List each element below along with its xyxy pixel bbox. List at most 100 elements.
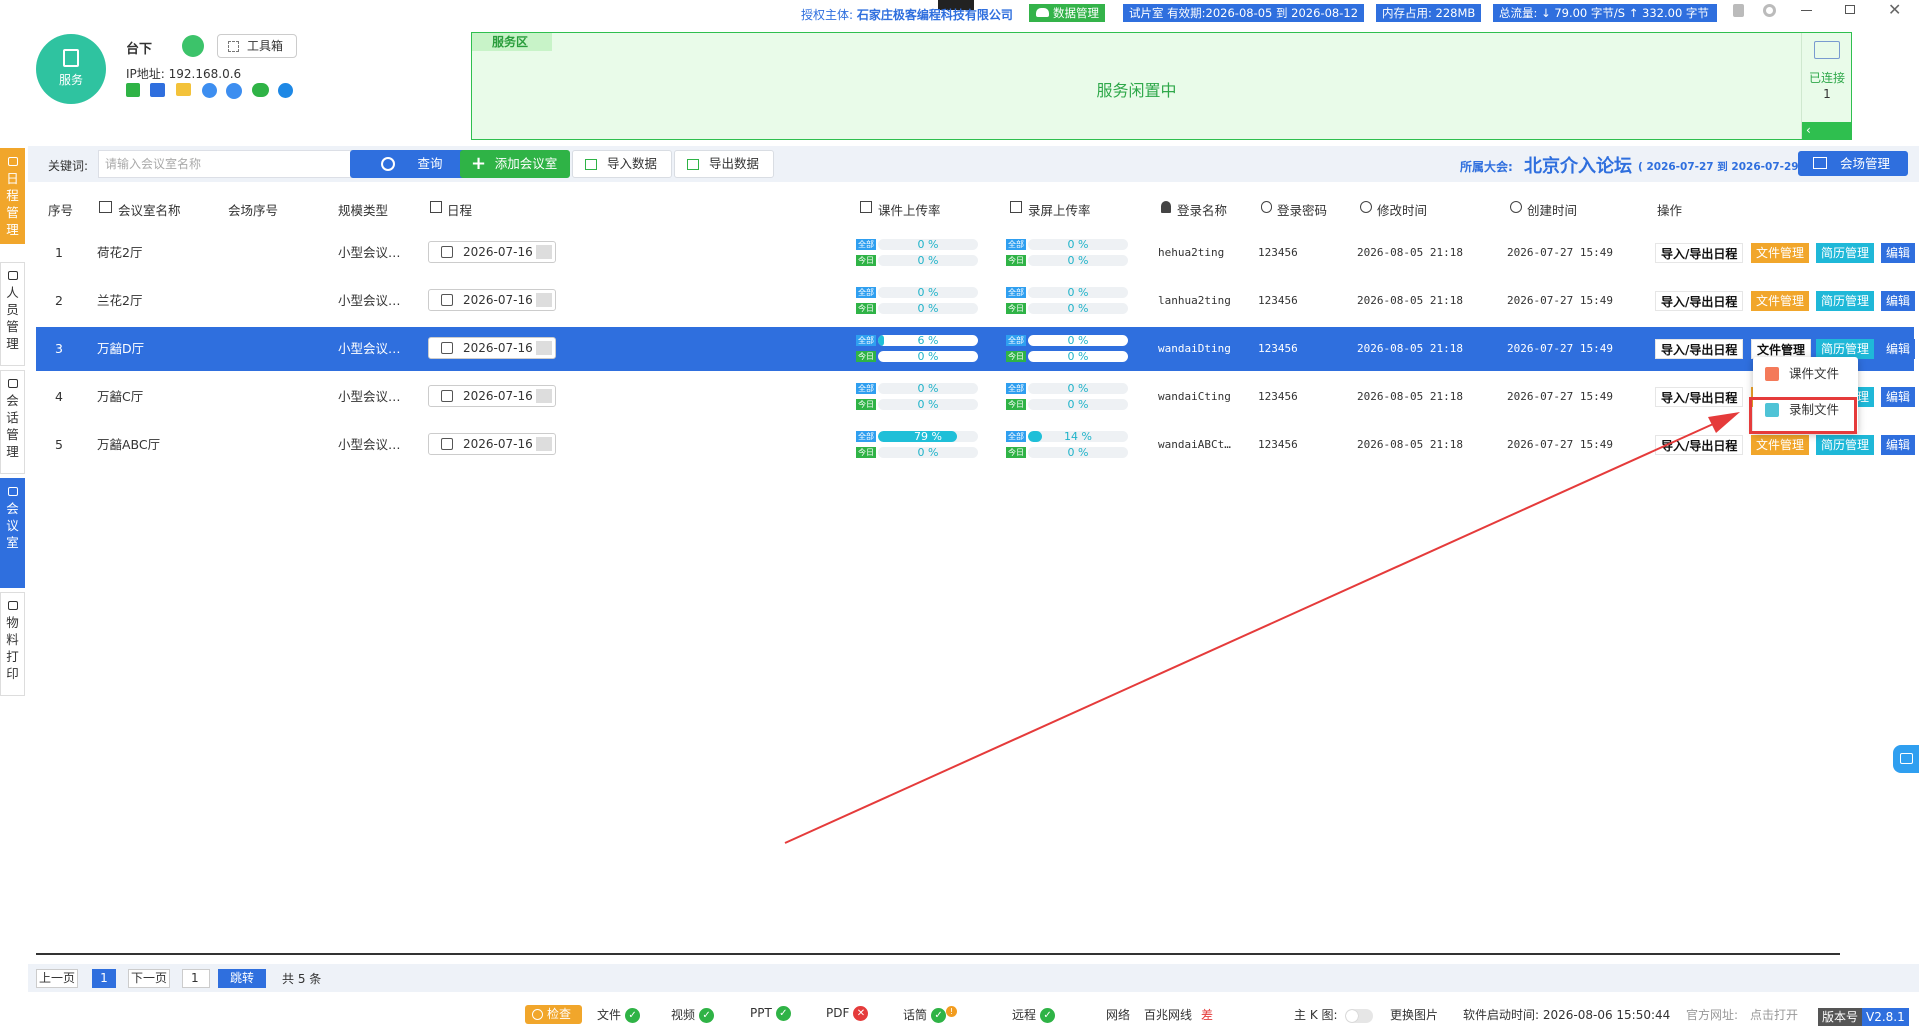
monitor-icon[interactable]	[150, 83, 165, 97]
schedule-date[interactable]: 2026-07-16	[428, 433, 556, 455]
nav-people[interactable]: 人员管理	[0, 262, 25, 366]
courseware-all-progress: 全部 79 %	[856, 431, 981, 442]
check-button[interactable]: 检查	[525, 1005, 582, 1024]
main-k-toggle[interactable]	[1345, 1009, 1373, 1023]
user-icon	[1161, 201, 1171, 213]
edit-button[interactable]: 编辑	[1881, 243, 1916, 263]
edit-location-icon[interactable]	[182, 35, 204, 57]
col-index: 序号	[48, 203, 74, 218]
col-modified-label: 修改时间	[1377, 203, 1428, 218]
toolbox-button[interactable]: 工具箱	[217, 34, 297, 58]
created-time: 2026-07-27 15:49	[1507, 294, 1613, 307]
calendar-icon	[441, 294, 453, 306]
edit-button[interactable]: 编辑	[1881, 435, 1916, 455]
table-row[interactable]: 3 万韽D厅 小型会议… 2026-07-16 全部 6 % 今日 0 % 全部 0 % 今日 0 %…	[36, 327, 1916, 371]
qq-icon[interactable]	[278, 83, 293, 98]
status-footer: 检查 文件 ✓ 视频 ✓ PPT ✓ PDF ✕ 话筒 ✓! 远程 ✓ 网络 百兆网线 差 …	[0, 1000, 1919, 1028]
progress-percent: 0 %	[917, 398, 939, 411]
collapse-panel-button[interactable]: ‹	[1802, 122, 1852, 139]
network-icon[interactable]	[202, 83, 217, 98]
export-data-button[interactable]: 导出数据	[674, 150, 774, 178]
venue-management-button[interactable]: 会场管理	[1798, 151, 1908, 176]
resume-management-button[interactable]: 简历管理	[1816, 243, 1875, 263]
folder-icon[interactable]	[176, 83, 191, 96]
settings-icon[interactable]	[1763, 4, 1776, 17]
restore-icon[interactable]	[1845, 5, 1855, 14]
file-management-button[interactable]: 文件管理	[1751, 291, 1810, 311]
progress-scope-badge: 全部	[856, 287, 876, 298]
jump-button[interactable]: 跳转	[218, 969, 266, 988]
help-icon[interactable]	[1733, 4, 1744, 17]
main-k-label: 主 K 图:	[1294, 1008, 1338, 1022]
import-export-schedule-button[interactable]: 导入/导出日程	[1655, 387, 1744, 407]
row-index: 2	[55, 293, 63, 308]
progress-scope-badge: 今日	[856, 399, 876, 410]
file-management-button[interactable]: 文件管理	[1751, 339, 1812, 359]
resume-management-button[interactable]: 简历管理	[1816, 339, 1875, 359]
login-password: 123456	[1258, 246, 1298, 259]
add-room-button[interactable]: + 添加会议室	[460, 150, 570, 178]
chat-icon	[7, 379, 18, 388]
chart-icon	[1010, 201, 1022, 213]
file-management-button[interactable]: 文件管理	[1751, 243, 1810, 263]
import-export-schedule-button[interactable]: 导入/导出日程	[1655, 339, 1744, 359]
table-row[interactable]: 4 万韽C厅 小型会议… 2026-07-16 全部 0 % 今日 0 % 全部 0 % 今日 0 %…	[36, 375, 1916, 419]
schedule-date[interactable]: 2026-07-16	[428, 337, 556, 359]
minimize-icon[interactable]	[1801, 10, 1812, 11]
status-ppt-label: PPT	[750, 1006, 772, 1020]
file-management-button[interactable]: 文件管理	[1751, 435, 1810, 455]
next-page-button[interactable]: 下一页	[128, 969, 170, 988]
data-management-button[interactable]: 数据管理	[1029, 4, 1105, 22]
progress-scope-badge: 今日	[1006, 399, 1026, 410]
floating-panel-button[interactable]	[1893, 745, 1919, 773]
page-jump-input[interactable]: 1	[182, 969, 210, 988]
edit-button[interactable]: 编辑	[1881, 339, 1916, 359]
created-time: 2026-07-27 15:49	[1507, 438, 1613, 451]
toolbox-label: 工具箱	[247, 39, 284, 53]
courseware-today-progress: 今日 0 %	[856, 303, 981, 314]
nav-session[interactable]: 会话管理	[0, 370, 25, 474]
close-icon[interactable]: ✕	[1888, 0, 1901, 19]
service-button[interactable]: 服务	[36, 34, 106, 104]
table-row[interactable]: 2 兰花2厅 小型会议… 2026-07-16 全部 0 % 今日 0 % 全部 0 % 今日 0 %…	[36, 279, 1916, 323]
login-name: wandaiCting	[1158, 390, 1231, 403]
nav-schedule[interactable]: 日程管理	[0, 148, 25, 244]
traffic-stats: 总流量: ↓ 79.00 字节/S ↑ 332.00 字节	[1493, 4, 1717, 22]
table-row[interactable]: 1 荷花2厅 小型会议… 2026-07-16 全部 0 % 今日 0 % 全部 0 % 今日 0 %…	[36, 231, 1916, 275]
prev-page-button[interactable]: 上一页	[36, 969, 78, 988]
people-icon	[7, 271, 18, 280]
import-export-schedule-button[interactable]: 导入/导出日程	[1655, 435, 1744, 455]
schedule-date[interactable]: 2026-07-16	[428, 289, 556, 311]
status-pdf-label: PDF	[826, 1006, 850, 1020]
wechat-icon[interactable]	[252, 83, 269, 97]
modified-time: 2026-08-05 21:18	[1357, 342, 1463, 355]
official-site-link[interactable]: 点击打开	[1750, 1006, 1798, 1023]
edit-button[interactable]: 编辑	[1881, 387, 1916, 407]
table-bottom-rule	[36, 953, 1840, 955]
schedule-date[interactable]: 2026-07-16	[428, 241, 556, 263]
page-1-button[interactable]: 1	[92, 969, 116, 988]
import-data-button[interactable]: 导入数据	[572, 150, 672, 178]
resume-management-button[interactable]: 简历管理	[1816, 435, 1875, 455]
table-row[interactable]: 5 万韽ABC厅 小型会议… 2026-07-16 全部 79 % 今日 0 % 全部 14 % 今…	[36, 423, 1916, 467]
printer-icon	[7, 601, 18, 610]
screen-icon	[1900, 753, 1913, 764]
resume-management-button[interactable]: 简历管理	[1816, 291, 1875, 311]
change-image-link[interactable]: 更换图片	[1390, 1006, 1438, 1023]
speaker-icon[interactable]	[126, 83, 140, 97]
search-input[interactable]	[98, 150, 373, 178]
import-export-schedule-button[interactable]: 导入/导出日程	[1655, 243, 1744, 263]
progress-percent: 0 %	[1067, 398, 1089, 411]
menu-item-courseware-files[interactable]: 课件文件	[1753, 357, 1858, 391]
browser-icon[interactable]	[226, 83, 242, 99]
connected-count: 1	[1823, 87, 1831, 101]
schedule-date[interactable]: 2026-07-16	[428, 385, 556, 407]
courseware-all-progress: 全部 0 %	[856, 287, 981, 298]
import-export-schedule-button[interactable]: 导入/导出日程	[1655, 291, 1744, 311]
edit-button[interactable]: 编辑	[1881, 291, 1916, 311]
login-name: lanhua2ting	[1158, 294, 1231, 307]
nav-meeting-room[interactable]: 会议室	[0, 478, 25, 588]
scale-type: 小型会议…	[338, 293, 401, 308]
row-index: 4	[55, 389, 63, 404]
nav-print[interactable]: 物料打印	[0, 592, 25, 696]
